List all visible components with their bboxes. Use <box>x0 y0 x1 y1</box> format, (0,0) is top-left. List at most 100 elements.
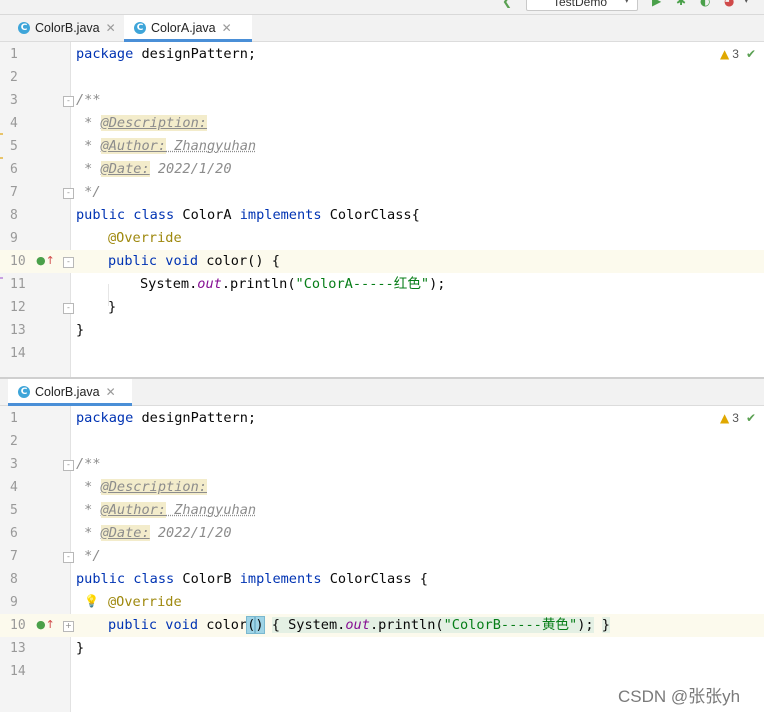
code-line[interactable]: 11 System.out.println("ColorA-----红色"); <box>0 273 764 296</box>
coverage-icon[interactable]: ◐ <box>700 0 710 7</box>
line-number: 5 <box>10 503 18 518</box>
code-line[interactable]: 5 * @Author: Zhangyuhan <box>0 135 764 158</box>
code-text: @Override <box>108 230 182 246</box>
close-icon[interactable]: ✕ <box>222 21 232 35</box>
fold-toggle-icon[interactable]: - <box>63 460 74 471</box>
code-line[interactable]: 6 * @Date: 2022/1/20 <box>0 158 764 181</box>
watermark: CSDN @张张yh <box>618 687 741 706</box>
code-line[interactable]: 7 - */ <box>0 545 764 568</box>
lightbulb-icon[interactable]: 💡 <box>84 594 99 608</box>
code-text: package designPattern; <box>76 410 257 426</box>
code-line[interactable]: 14 <box>0 660 764 683</box>
code-line[interactable]: 1 package designPattern; <box>0 43 764 66</box>
run-configuration-label: TestDemo <box>553 0 608 9</box>
line-number: 3 <box>10 93 18 108</box>
code-text: public class ColorB implements ColorClas… <box>76 571 428 587</box>
code-text: public void color() { System.out.println… <box>108 616 610 634</box>
line-number: 7 <box>10 185 18 200</box>
fold-toggle-icon[interactable]: - <box>63 552 74 563</box>
more-chevron-icon[interactable]: ▾ <box>744 0 749 7</box>
line-number: 6 <box>10 162 18 177</box>
code-text: public class ColorA implements ColorClas… <box>76 207 420 223</box>
tab-colorb-java[interactable]: C ColorB.java ✕ <box>8 379 132 406</box>
code-text: */ <box>76 548 101 564</box>
implements-method-icon[interactable]: ●↑ <box>36 254 55 267</box>
code-line[interactable]: 1 package designPattern; <box>0 407 764 430</box>
code-line[interactable]: 10 ●↑ - public void color() { <box>0 250 764 273</box>
fold-toggle-icon[interactable]: - <box>63 303 74 314</box>
code-text: */ <box>76 184 101 200</box>
line-number: 1 <box>10 47 18 62</box>
code-text: System.out.println("ColorA-----红色"); <box>140 276 446 292</box>
code-line[interactable]: 12 -} <box>0 296 764 319</box>
fold-toggle-icon[interactable]: + <box>63 621 74 632</box>
implements-method-icon[interactable]: ●↑ <box>36 618 55 631</box>
line-number: 10 <box>10 254 26 269</box>
code-line[interactable]: 3 -/** <box>0 453 764 476</box>
chevron-down-icon: ▾ <box>624 0 629 5</box>
tab-label: ColorA.java <box>151 21 216 35</box>
main-toolbar: ❮ TestDemo ▾ ▶ ✱ ◐ ◕ ▾ <box>0 0 764 15</box>
code-text: * @Description: <box>76 479 207 495</box>
code-line[interactable]: 7 - */ <box>0 181 764 204</box>
line-number: 13 <box>10 641 26 656</box>
code-line[interactable]: 14 <box>0 342 764 365</box>
code-line[interactable]: 8 public class ColorB implements ColorCla… <box>0 568 764 591</box>
line-number: 7 <box>10 549 18 564</box>
java-class-icon: C <box>18 386 30 398</box>
back-arrow-icon[interactable]: ❮ <box>502 0 512 7</box>
code-text: * @Description: <box>76 115 207 131</box>
line-number: 5 <box>10 139 18 154</box>
line-number: 4 <box>10 116 18 131</box>
line-number: 3 <box>10 457 18 472</box>
line-number: 4 <box>10 480 18 495</box>
code-text: public void color() { <box>108 253 280 269</box>
line-number: 10 <box>10 618 26 633</box>
code-line[interactable]: 5 * @Author: Zhangyuhan <box>0 499 764 522</box>
code-text: @Override <box>108 594 182 610</box>
code-line[interactable]: 2 <box>0 66 764 89</box>
line-number: 6 <box>10 526 18 541</box>
line-number: 14 <box>10 664 26 679</box>
close-icon[interactable]: ✕ <box>106 385 116 399</box>
debug-icon[interactable]: ✱ <box>676 0 686 7</box>
editor-tab-bar: C ColorB.java ✕ C ColorA.java ✕ <box>0 15 764 42</box>
code-text: /** <box>76 92 101 108</box>
tab-colorb-java[interactable]: C ColorB.java ✕ <box>8 15 130 41</box>
code-text: package designPattern; <box>76 46 257 62</box>
code-line[interactable]: 10 ●↑ + 💡 public void color() { System.out.p… <box>0 594 764 637</box>
line-number: 14 <box>10 346 26 361</box>
code-line[interactable]: 9 @Override <box>0 227 764 250</box>
code-line[interactable]: 3 -/** <box>0 89 764 112</box>
code-line[interactable]: 9 @Override <box>0 591 764 614</box>
close-icon[interactable]: ✕ <box>106 21 116 35</box>
code-text: /** <box>76 456 101 472</box>
fold-toggle-icon[interactable]: - <box>63 96 74 107</box>
line-number: 2 <box>10 70 18 85</box>
run-configuration-selector[interactable]: TestDemo ▾ <box>526 0 638 11</box>
editor-pane-top: C ColorB.java ✕ C ColorA.java ✕ ▲ 3 ✔ 1p… <box>0 15 764 377</box>
line-number: 8 <box>10 208 18 223</box>
fold-toggle-icon[interactable]: - <box>63 188 74 199</box>
run-icon[interactable]: ▶ <box>652 0 661 7</box>
code-text: * @Author: Zhangyuhan <box>76 138 257 154</box>
code-line[interactable]: 4 * @Description: <box>0 112 764 135</box>
code-line[interactable]: 6 * @Date: 2022/1/20 <box>0 522 764 545</box>
editor-pane-bottom: C ColorB.java ✕ ▲ 3 ✔ 1 package designPat… <box>0 379 764 712</box>
fold-toggle-icon[interactable]: - <box>63 257 74 268</box>
tab-label: ColorB.java <box>35 21 100 35</box>
code-line[interactable]: 8 public class ColorA implements ColorCla… <box>0 204 764 227</box>
line-number: 9 <box>10 595 18 610</box>
code-line[interactable]: 13} <box>0 319 764 342</box>
line-number: 12 <box>10 300 26 315</box>
code-line[interactable]: 4 * @Description: <box>0 476 764 499</box>
code-text: * @Date: 2022/1/20 <box>76 525 232 541</box>
code-line[interactable]: 13} <box>0 637 764 660</box>
line-number: 9 <box>10 231 18 246</box>
line-number: 2 <box>10 434 18 449</box>
java-class-icon: C <box>134 22 146 34</box>
code-line[interactable]: 2 <box>0 430 764 453</box>
profile-icon[interactable]: ◕ <box>724 0 734 7</box>
code-text: * @Date: 2022/1/20 <box>76 161 232 177</box>
tab-colora-java[interactable]: C ColorA.java ✕ <box>124 15 252 42</box>
